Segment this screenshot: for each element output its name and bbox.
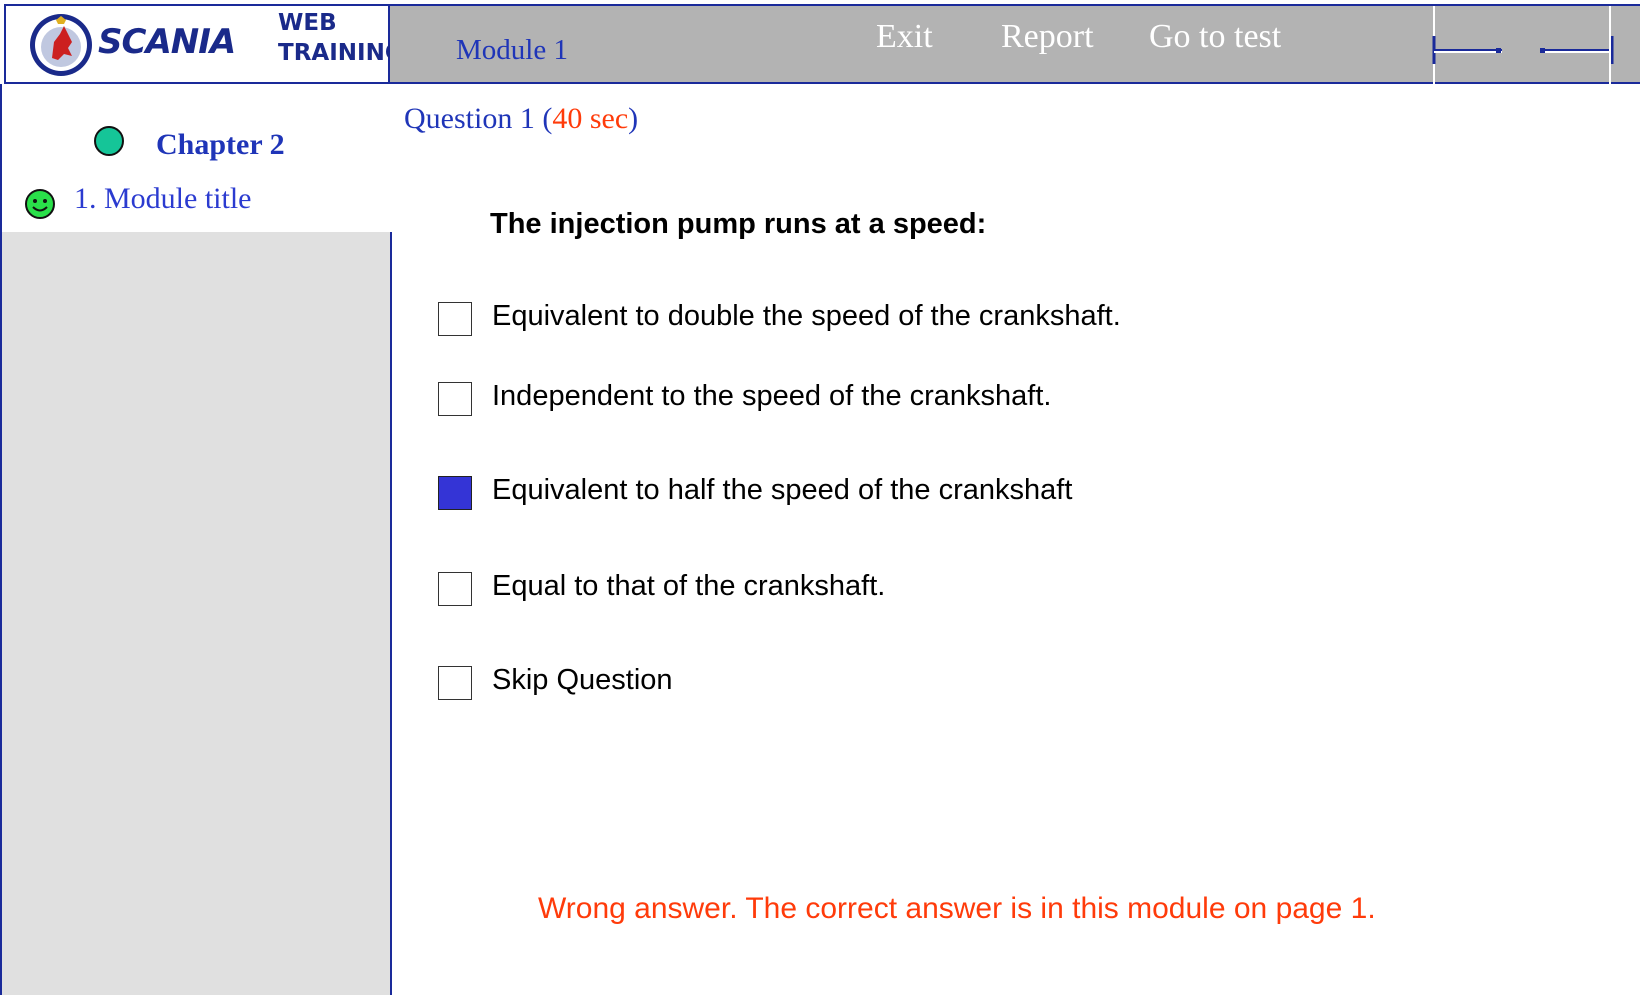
sidebar: Chapter 2 1. Module title bbox=[0, 84, 392, 995]
green-dot-icon bbox=[94, 126, 124, 156]
timer-unit: sec bbox=[589, 102, 629, 135]
question-prompt: The injection pump runs at a speed: bbox=[490, 208, 987, 240]
answer-checkbox-checked[interactable] bbox=[438, 476, 472, 510]
report-link[interactable]: Report bbox=[1001, 18, 1094, 56]
answer-checkbox[interactable] bbox=[438, 572, 472, 606]
app-root: SCANIA WEB TRAINING Module 1 Exit Report… bbox=[0, 0, 1640, 995]
answer-label: Equal to that of the crankshaft. bbox=[492, 570, 886, 602]
sidebar-module-link[interactable]: 1. Module title bbox=[74, 182, 251, 216]
nav-arrows bbox=[1432, 6, 1640, 88]
answer-label: Independent to the speed of the cranksha… bbox=[492, 380, 1052, 412]
answer-checkbox[interactable] bbox=[438, 666, 472, 700]
answer-label: Equivalent to half the speed of the cran… bbox=[492, 474, 1073, 506]
exit-link[interactable]: Exit bbox=[876, 18, 933, 56]
timer-open: ( bbox=[542, 102, 553, 135]
module-title: Module 1 bbox=[456, 34, 568, 66]
logo-area: SCANIA WEB TRAINING bbox=[4, 4, 404, 84]
scania-griffin-icon bbox=[30, 14, 92, 76]
timer-close: ) bbox=[628, 102, 639, 135]
top-bar: Module 1 Exit Report Go to test bbox=[390, 4, 1640, 88]
brand-sub-web: WEB bbox=[278, 10, 337, 36]
question-header: Question 1 (40 sec) bbox=[404, 102, 638, 136]
sidebar-chapter-panel: Chapter 2 1. Module title bbox=[2, 84, 392, 232]
answer-checkbox[interactable] bbox=[438, 382, 472, 416]
chapter-label[interactable]: Chapter 2 bbox=[156, 128, 285, 162]
answer-label: Equivalent to double the speed of the cr… bbox=[492, 300, 1121, 332]
feedback-message: Wrong answer. The correct answer is in t… bbox=[538, 892, 1376, 925]
timer-value: 40 bbox=[552, 102, 583, 135]
forward-arrow-icon[interactable] bbox=[1536, 6, 1640, 88]
brand-name: SCANIA bbox=[98, 22, 236, 62]
go-to-test-link[interactable]: Go to test bbox=[1149, 18, 1281, 56]
answer-checkbox[interactable] bbox=[438, 302, 472, 336]
smiley-icon bbox=[25, 189, 55, 219]
brand-sub-training: TRAINING bbox=[278, 40, 404, 66]
back-arrow-icon[interactable] bbox=[1432, 6, 1536, 88]
answer-label: Skip Question bbox=[492, 664, 673, 696]
question-label: Question 1 bbox=[404, 102, 535, 135]
